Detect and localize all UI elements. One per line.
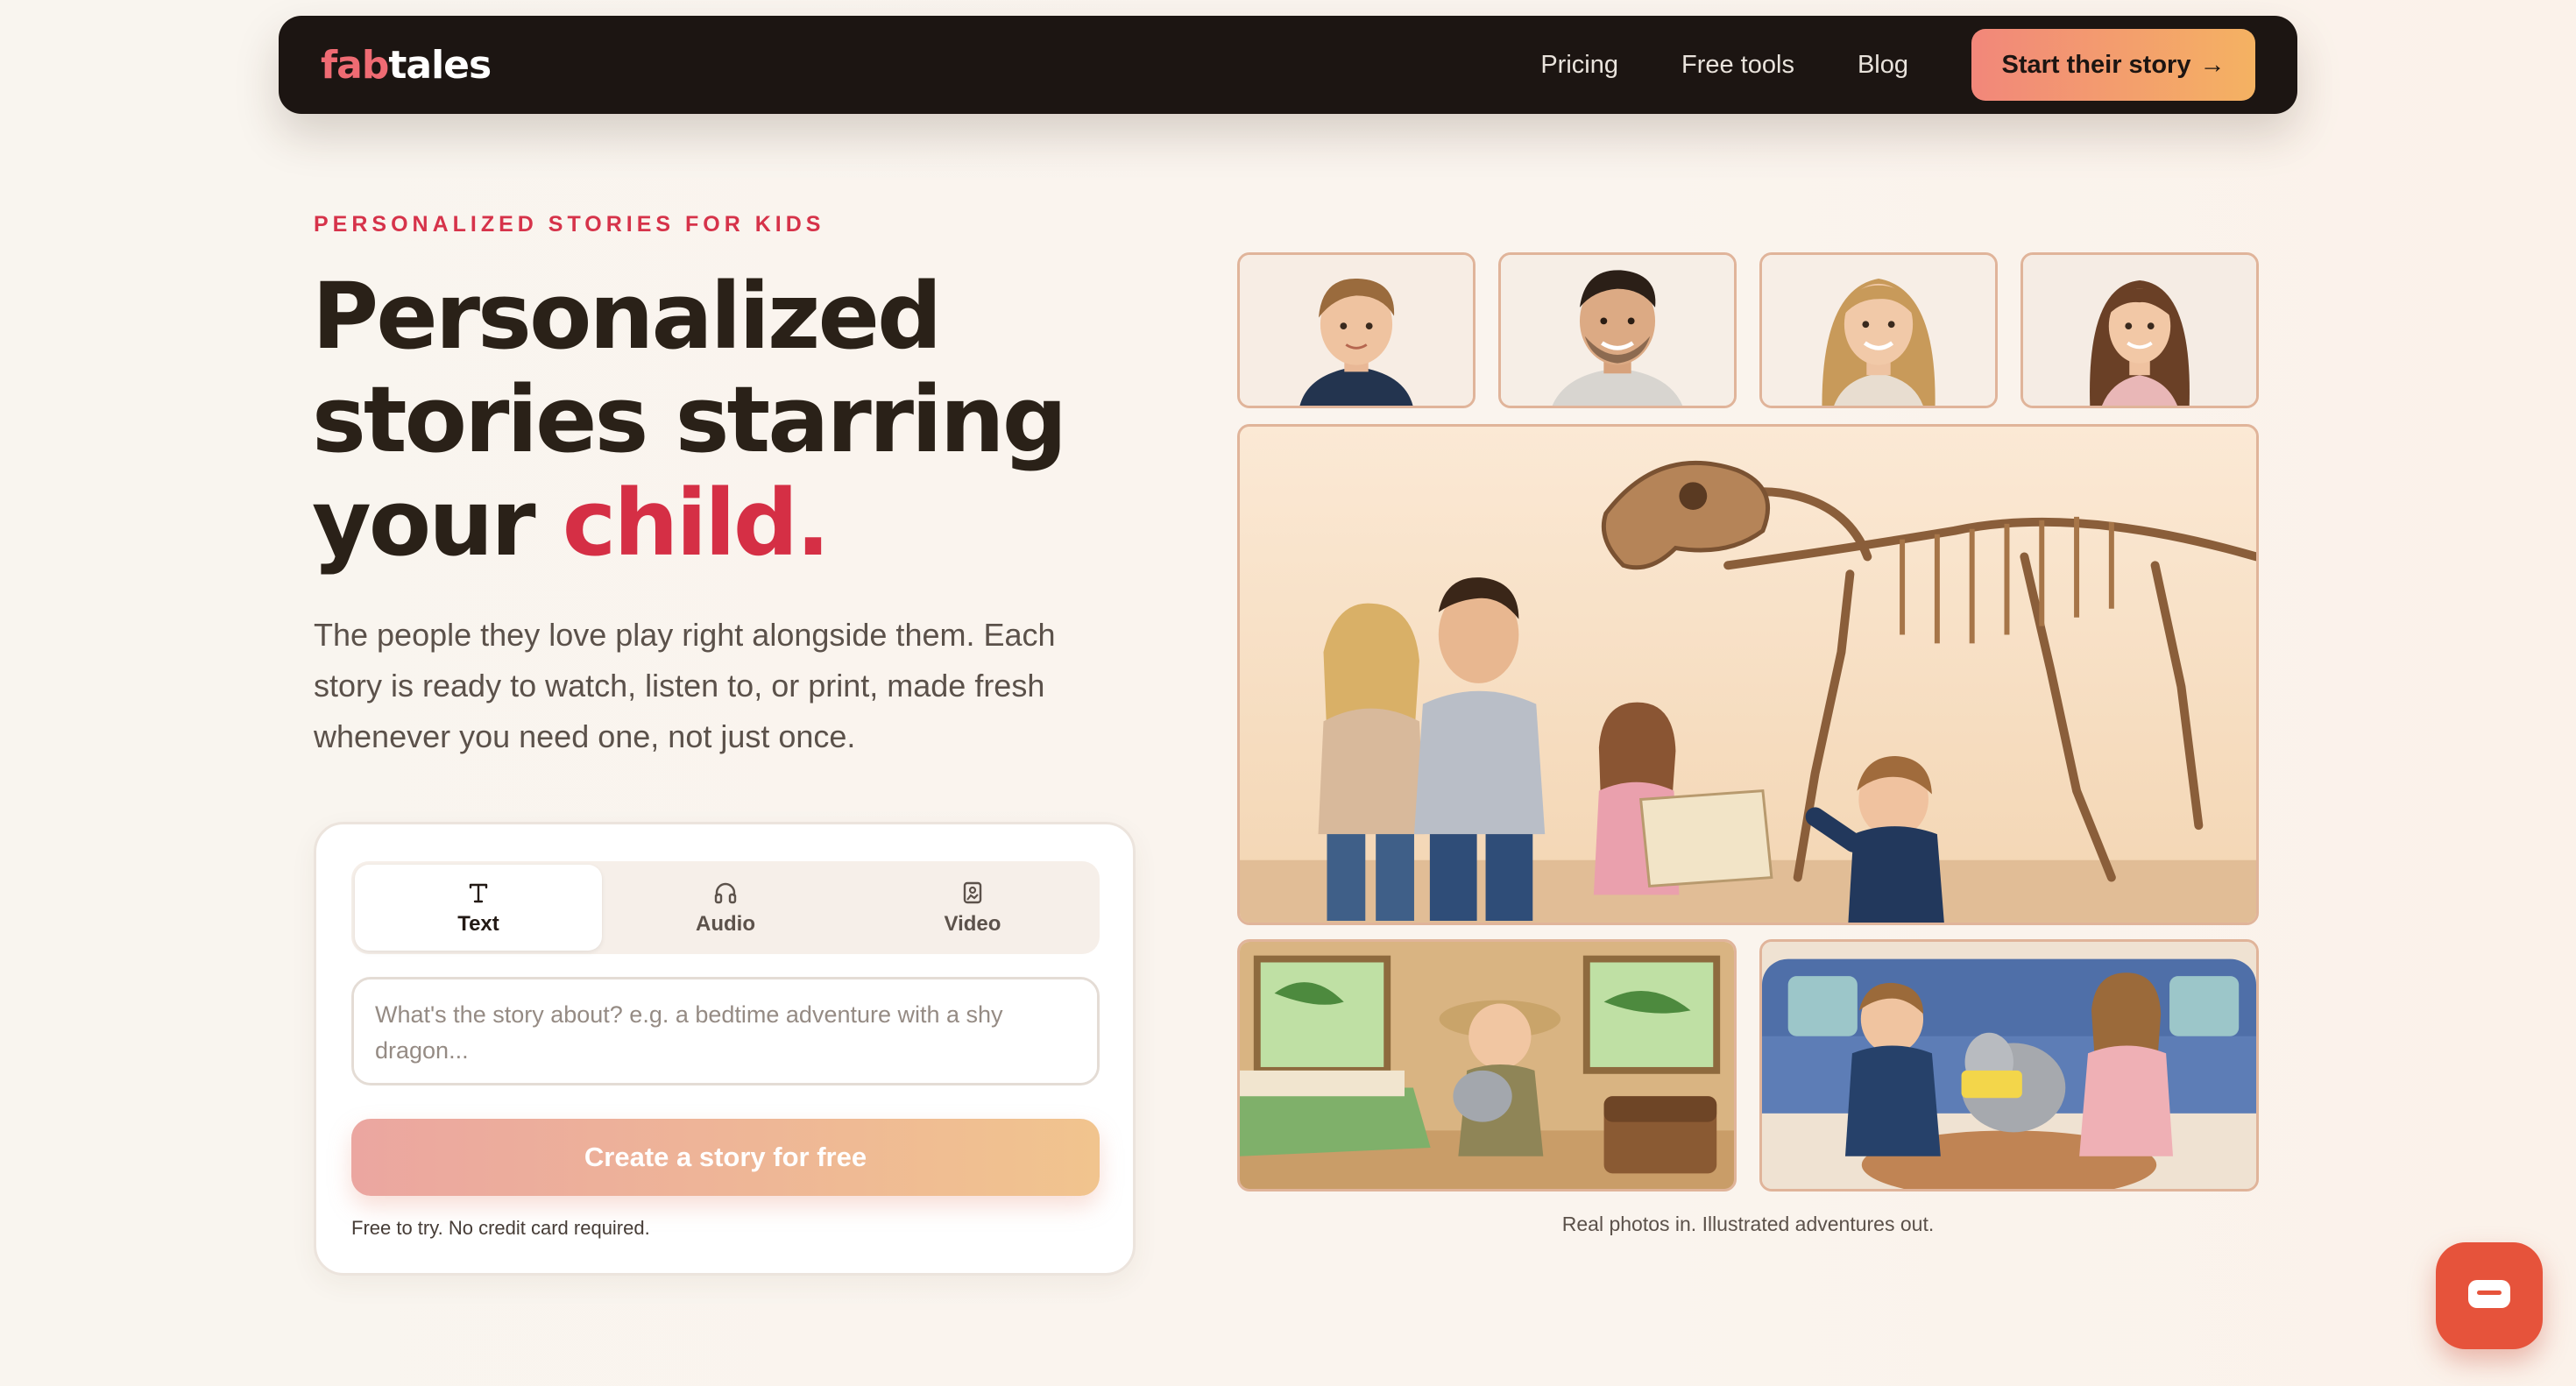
headphones-icon — [714, 882, 737, 904]
photo-girl — [2020, 252, 2259, 408]
format-tabs: Text Audio Video — [351, 861, 1100, 954]
illustration-jungle-room — [1237, 939, 1737, 1192]
video-frame-icon — [963, 881, 982, 904]
fabtales-logo[interactable]: fabtales — [321, 42, 492, 88]
hero-eyebrow: PERSONALIZED STORIES FOR KIDS — [314, 212, 825, 237]
headline-line2: stories starring — [312, 366, 1067, 473]
headline-line3-prefix: your — [312, 470, 563, 576]
arrow-right-icon: → — [2199, 50, 2226, 79]
chat-bubble-icon — [2468, 1280, 2510, 1308]
start-their-story-label: Start their story — [2001, 50, 2191, 79]
photo-mother — [1759, 252, 1998, 408]
hero-subtext: The people they love play right alongsid… — [314, 617, 1056, 754]
story-prompt-input[interactable] — [351, 977, 1100, 1085]
tab-audio[interactable]: Audio — [602, 865, 849, 951]
tab-video-label: Video — [944, 912, 1001, 936]
tab-text-label: Text — [457, 912, 499, 936]
top-navbar: fabtales Pricing Free tools Blog Start t… — [279, 16, 2297, 114]
illustration-dinosaur-museum — [1237, 424, 2259, 925]
nav-links: Pricing Free tools Blog Start their stor… — [1540, 29, 2255, 101]
headline-line1: Personalized — [312, 263, 942, 370]
headline-accent: child. — [562, 470, 831, 576]
tab-video[interactable]: Video — [849, 865, 1096, 951]
illustration-couch-vet-play — [1759, 939, 2259, 1192]
photo-father — [1498, 252, 1737, 408]
chat-launcher-button[interactable] — [2436, 1242, 2543, 1349]
hero-headline: Personalized stories starring your child… — [312, 265, 1100, 575]
gallery-caption: Real photos in. Illustrated adventures o… — [1561, 1213, 1935, 1235]
story-composer-card: Text Audio Video Create a story for free… — [314, 822, 1136, 1276]
free-trial-note: Free to try. No credit card required. — [351, 1217, 650, 1239]
nav-link-pricing[interactable]: Pricing — [1540, 51, 1618, 80]
logo-fab: fab — [321, 42, 389, 88]
text-icon — [469, 883, 488, 903]
logo-tales: tales — [388, 42, 492, 88]
tab-audio-label: Audio — [696, 912, 755, 936]
create-story-button[interactable]: Create a story for free — [351, 1119, 1100, 1196]
nav-link-blog[interactable]: Blog — [1858, 51, 1908, 80]
tab-text[interactable]: Text — [355, 865, 602, 951]
nav-link-free-tools[interactable]: Free tools — [1681, 51, 1794, 80]
photo-boy — [1237, 252, 1476, 408]
start-their-story-button[interactable]: Start their story → — [1971, 29, 2255, 101]
